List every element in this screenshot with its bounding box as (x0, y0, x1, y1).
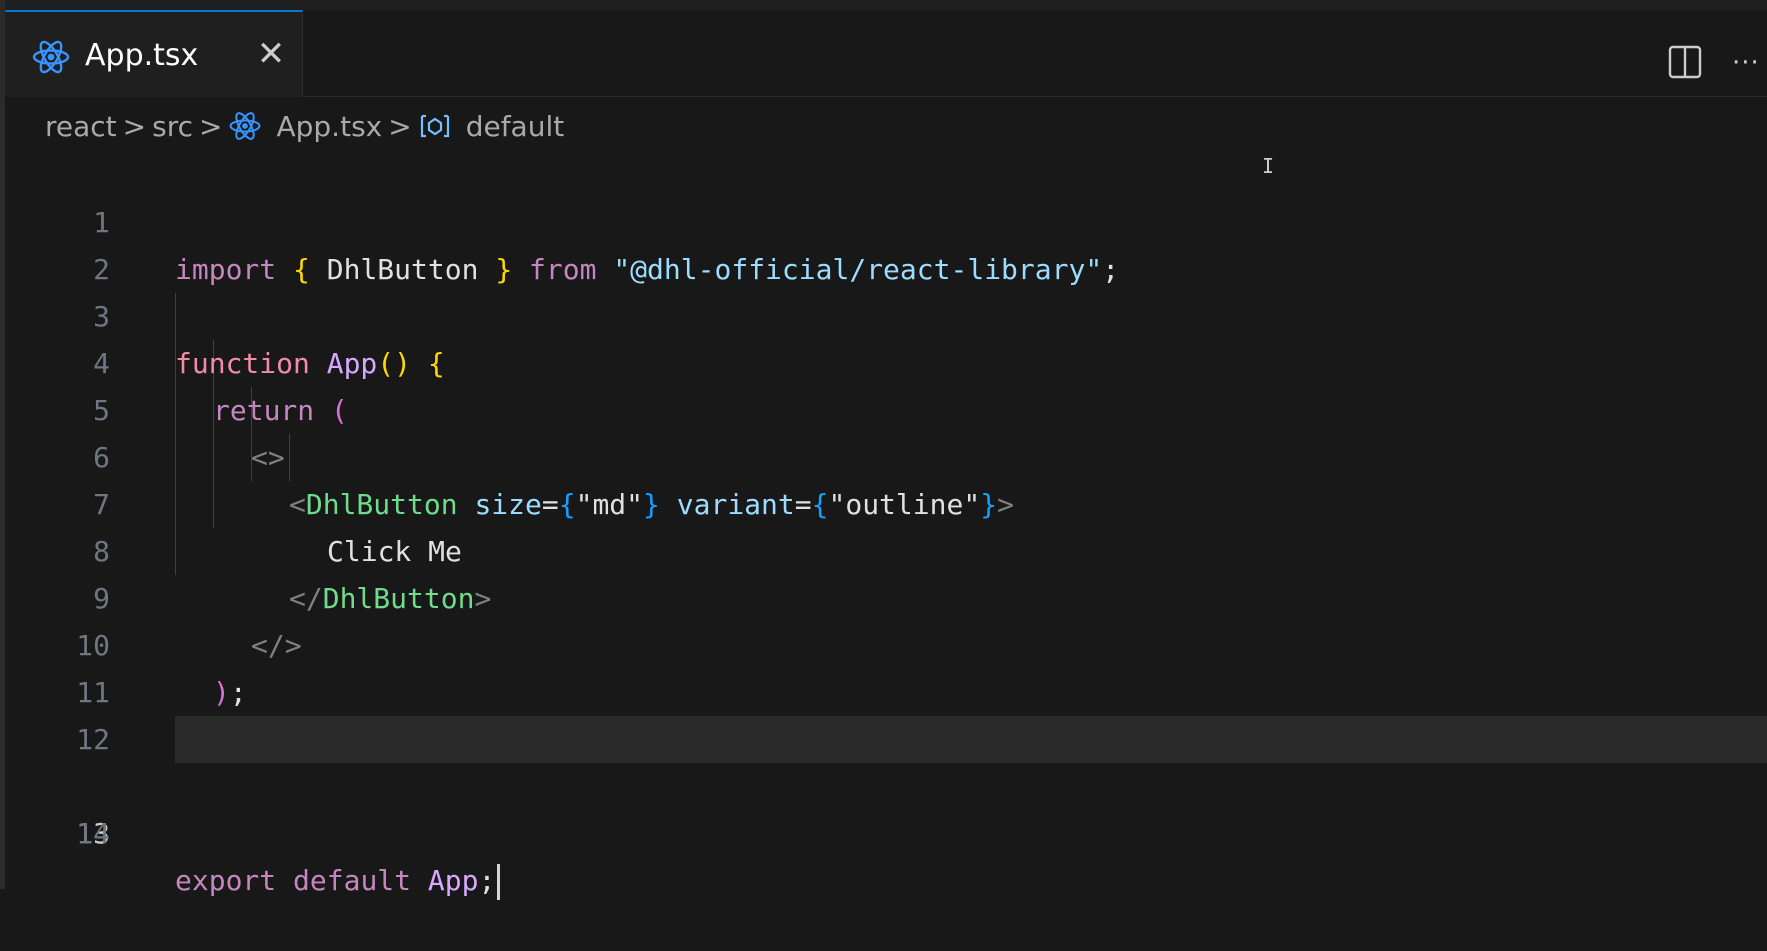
line-content: export default App; (175, 857, 501, 904)
breadcrumb-item-file[interactable]: App.tsx (228, 109, 382, 143)
code-line: 1 import { DhlButton } from "@dhl-offici… (5, 152, 1767, 286)
code-line: 5 <> (5, 340, 1767, 474)
breadcrumb-separator: > (388, 109, 412, 143)
more-actions-icon[interactable]: ··· (1732, 48, 1760, 78)
code-line: 3 function App() { (5, 246, 1767, 380)
breadcrumb-item-symbol[interactable]: default (418, 109, 565, 143)
breadcrumb: react > src > App.tsx > default (45, 104, 564, 148)
tab-bar: App.tsx ✕ ··· (5, 10, 1767, 97)
code-line: 9 </> (5, 528, 1767, 662)
code-line: 4 return ( (5, 293, 1767, 427)
close-icon[interactable]: ✕ (251, 34, 291, 74)
code-line: 2 (5, 199, 1767, 286)
line-number: 14 (76, 817, 110, 850)
code-line: 12 (5, 669, 1767, 756)
breadcrumb-symbol-label: default (465, 109, 565, 143)
breadcrumb-separator: > (122, 109, 147, 143)
code-line: 8 </DhlButton> (5, 481, 1767, 615)
code-line: 10 ); (5, 575, 1767, 709)
code-line-current: 13 export default App; (5, 716, 1767, 900)
react-icon (230, 112, 261, 140)
code-line: 11 } (5, 622, 1767, 756)
tab-label: App.tsx (85, 38, 199, 73)
breadcrumb-separator: > (199, 109, 223, 143)
breadcrumb-item-react[interactable]: react (45, 110, 117, 143)
code-editor[interactable]: 1 import { DhlButton } from "@dhl-offici… (5, 152, 1767, 900)
text-cursor (497, 864, 501, 900)
breadcrumb-item-src[interactable]: src (152, 110, 193, 143)
code-line: 6 <DhlButton size={"md"} variant={"outli… (5, 387, 1767, 521)
code-line: 7 Click Me (5, 434, 1767, 568)
editor-window: App.tsx ✕ ··· react > src > App.tsx > de… (0, 0, 1767, 900)
code-line: 14 (5, 763, 1767, 850)
breadcrumb-file-label: App.tsx (276, 109, 383, 143)
split-editor-icon[interactable] (1667, 44, 1703, 80)
react-icon (32, 40, 70, 74)
symbol-variable-icon (420, 114, 449, 138)
tab-app-tsx[interactable]: App.tsx ✕ (5, 10, 303, 97)
current-line-highlight (175, 716, 1767, 763)
